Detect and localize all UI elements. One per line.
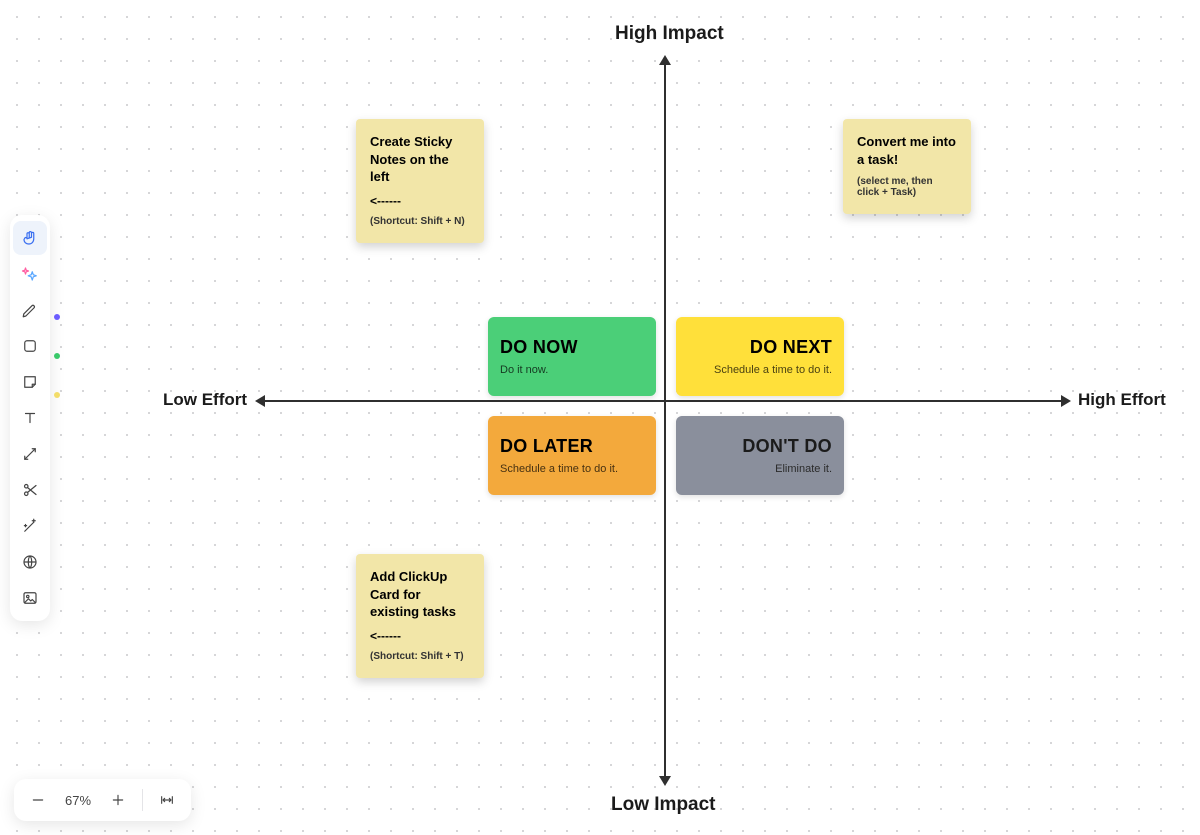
axis-label-left: Low Effort	[163, 390, 247, 410]
scissors-icon	[21, 481, 39, 499]
tool-connector[interactable]	[13, 437, 47, 471]
hand-icon	[21, 229, 39, 247]
card-title: DO LATER	[500, 436, 644, 457]
card-do-later[interactable]: DO LATER Schedule a time to do it.	[488, 416, 656, 495]
card-title: DON'T DO	[688, 436, 832, 457]
fit-width-icon	[159, 792, 175, 808]
axis-vertical	[664, 62, 666, 780]
sticky-title: Add ClickUp Card for existing tasks	[370, 568, 470, 621]
axis-label-right: High Effort	[1078, 390, 1166, 410]
tool-text[interactable]	[13, 401, 47, 435]
axis-arrow-up	[659, 55, 671, 65]
connector-icon	[21, 445, 39, 463]
sticky-note-icon	[21, 373, 39, 391]
tool-hand[interactable]	[13, 221, 47, 255]
sticky-add-card[interactable]: Add ClickUp Card for existing tasks <---…	[356, 554, 484, 678]
zoom-in-button[interactable]	[100, 785, 136, 815]
tool-shape[interactable]	[13, 329, 47, 363]
sticky-create-notes[interactable]: Create Sticky Notes on the left <------ …	[356, 119, 484, 243]
pen-icon	[21, 301, 39, 319]
card-sub: Eliminate it.	[688, 463, 832, 475]
axis-label-top: High Impact	[615, 23, 724, 45]
card-title: DO NOW	[500, 337, 644, 358]
square-icon	[21, 337, 39, 355]
card-title: DO NEXT	[688, 337, 832, 358]
tool-sticky[interactable]	[13, 365, 47, 399]
card-do-now[interactable]: DO NOW Do it now.	[488, 317, 656, 396]
sticky-title: Create Sticky Notes on the left	[370, 133, 470, 186]
card-dont-do[interactable]: DON'T DO Eliminate it.	[676, 416, 844, 495]
image-icon	[21, 589, 39, 607]
wand-icon	[21, 517, 39, 535]
card-sub: Schedule a time to do it.	[688, 364, 832, 376]
axis-horizontal	[263, 400, 1063, 402]
tool-scissors[interactable]	[13, 473, 47, 507]
sticky-sub: (select me, then click + Task)	[857, 176, 957, 198]
tool-color-dot-yellow	[54, 392, 60, 398]
plus-icon	[110, 792, 126, 808]
tool-color-dot-purple	[54, 314, 60, 320]
card-do-next[interactable]: DO NEXT Schedule a time to do it.	[676, 317, 844, 396]
sparkle-icon	[21, 265, 39, 283]
tool-magic[interactable]	[13, 509, 47, 543]
sticky-arrow: <------	[370, 629, 470, 643]
axis-arrow-down	[659, 776, 671, 786]
axis-arrow-left	[255, 395, 265, 407]
sticky-hint: (Shortcut: Shift + T)	[370, 651, 470, 662]
axis-label-bottom: Low Impact	[611, 794, 716, 816]
zoom-fit-button[interactable]	[149, 785, 185, 815]
sticky-convert-task[interactable]: Convert me into a task! (select me, then…	[843, 119, 971, 214]
tool-toolbar	[10, 215, 50, 621]
tool-pen[interactable]	[13, 293, 47, 327]
text-icon	[21, 409, 39, 427]
zoom-out-button[interactable]	[20, 785, 56, 815]
card-sub: Do it now.	[500, 364, 644, 376]
zoom-divider	[142, 789, 143, 811]
zoom-level[interactable]: 67%	[58, 793, 98, 808]
tool-color-dot-green	[54, 353, 60, 359]
sticky-title: Convert me into a task!	[857, 133, 957, 168]
minus-icon	[30, 792, 46, 808]
sticky-arrow: <------	[370, 194, 470, 208]
tool-ai[interactable]	[13, 257, 47, 291]
zoom-controls: 67%	[14, 779, 191, 821]
card-sub: Schedule a time to do it.	[500, 463, 644, 475]
axis-arrow-right	[1061, 395, 1071, 407]
tool-web[interactable]	[13, 545, 47, 579]
tool-image[interactable]	[13, 581, 47, 615]
sticky-hint: (Shortcut: Shift + N)	[370, 216, 470, 227]
globe-icon	[21, 553, 39, 571]
